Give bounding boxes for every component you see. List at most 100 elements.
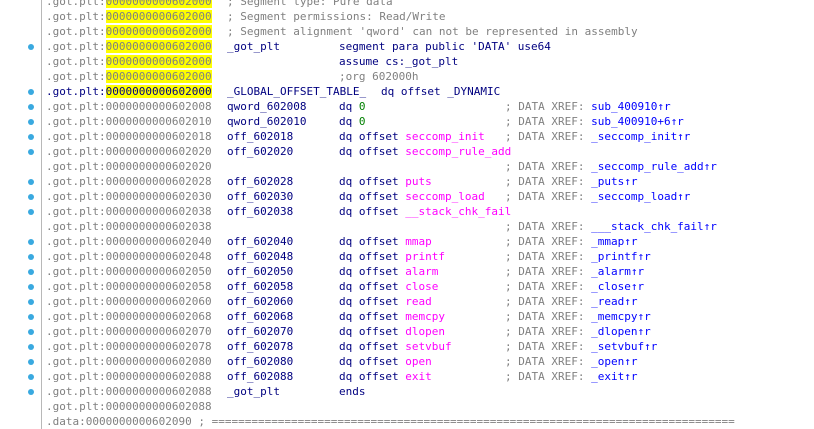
xref-target[interactable]: _alarm↑r bbox=[591, 265, 644, 278]
breakpoint-dot[interactable] bbox=[28, 254, 34, 260]
data-xref[interactable]: ; DATA XREF: _exit↑r bbox=[505, 369, 637, 384]
symbol-label[interactable]: off_602070 bbox=[227, 324, 293, 339]
listing-line[interactable]: .got.plt:0000000000602000 _got_plt segment… bbox=[46, 39, 814, 54]
data-xref[interactable]: ; DATA XREF: _alarm↑r bbox=[505, 264, 644, 279]
import-name[interactable]: __stack_chk_fail bbox=[405, 205, 511, 218]
listing-line[interactable]: .got.plt:0000000000602000 ; Segment type:… bbox=[46, 0, 814, 9]
listing-line[interactable]: .got.plt:0000000000602058 off_602058 dq of… bbox=[46, 279, 814, 294]
data-xref[interactable]: ; DATA XREF: _open↑r bbox=[505, 354, 637, 369]
listing-line[interactable]: .got.plt:0000000000602088 off_602088 dq of… bbox=[46, 369, 814, 384]
address[interactable]: 0000000000602070 bbox=[106, 325, 212, 338]
import-name[interactable]: dlopen bbox=[405, 325, 445, 338]
symbol-label[interactable]: off_602078 bbox=[227, 339, 293, 354]
address[interactable]: 0000000000602078 bbox=[106, 340, 212, 353]
symbol-label[interactable]: off_602060 bbox=[227, 294, 293, 309]
breakpoint-dot[interactable] bbox=[28, 389, 34, 395]
symbol-label[interactable]: off_602028 bbox=[227, 174, 293, 189]
address[interactable]: 0000000000602038 bbox=[106, 220, 212, 233]
data-xref[interactable]: ; DATA XREF: _memcpy↑r bbox=[505, 309, 651, 324]
symbol-label[interactable]: qword_602010 bbox=[227, 114, 306, 129]
listing-line[interactable]: .got.plt:0000000000602060 off_602060 dq of… bbox=[46, 294, 814, 309]
import-name[interactable]: alarm bbox=[405, 265, 438, 278]
address[interactable]: 0000000000602088 bbox=[106, 400, 212, 413]
data-xref[interactable]: ; DATA XREF: _dlopen↑r bbox=[505, 324, 651, 339]
listing-line[interactable]: .got.plt:0000000000602068 off_602068 dq of… bbox=[46, 309, 814, 324]
listing-line[interactable]: .got.plt:0000000000602008 qword_602008 dq … bbox=[46, 99, 814, 114]
xref-target[interactable]: _setvbuf↑r bbox=[591, 340, 657, 353]
address[interactable]: 0000000000602010 bbox=[106, 115, 212, 128]
import-name[interactable]: close bbox=[405, 280, 438, 293]
symbol-label[interactable]: qword_602008 bbox=[227, 99, 306, 114]
address[interactable]: 0000000000602080 bbox=[106, 355, 212, 368]
address[interactable]: 0000000000602000 bbox=[105, 40, 212, 53]
listing-line[interactable]: .got.plt:0000000000602020 off_602020 dq of… bbox=[46, 144, 814, 159]
breakpoint-dot[interactable] bbox=[28, 374, 34, 380]
xref-target[interactable]: _dlopen↑r bbox=[591, 325, 651, 338]
xref-target[interactable]: _seccomp_init↑r bbox=[591, 130, 690, 143]
xref-target[interactable]: _seccomp_load↑r bbox=[591, 190, 690, 203]
address[interactable]: 0000000000602018 bbox=[106, 130, 212, 143]
import-name[interactable]: memcpy bbox=[405, 310, 445, 323]
data-xref[interactable]: ; DATA XREF: _seccomp_rule_add↑r bbox=[505, 159, 717, 174]
xref-target[interactable]: _read↑r bbox=[591, 295, 637, 308]
data-xref[interactable]: ; DATA XREF: sub_400910↑r bbox=[505, 99, 671, 114]
symbol-label[interactable]: off_602020 bbox=[227, 144, 293, 159]
listing-line[interactable]: .got.plt:0000000000602038 ; DATA XREF: __… bbox=[46, 219, 814, 234]
import-name[interactable]: mmap bbox=[405, 235, 432, 248]
data-xref[interactable]: ; DATA XREF: _close↑r bbox=[505, 279, 644, 294]
data-xref[interactable]: ; DATA XREF: _setvbuf↑r bbox=[505, 339, 657, 354]
breakpoint-dot[interactable] bbox=[28, 269, 34, 275]
listing-line[interactable]: .got.plt:0000000000602078 off_602078 dq of… bbox=[46, 339, 814, 354]
xref-target[interactable]: ___stack_chk_fail↑r bbox=[591, 220, 717, 233]
address[interactable]: 0000000000602040 bbox=[106, 235, 212, 248]
data-xref[interactable]: ; DATA XREF: _seccomp_init↑r bbox=[505, 129, 690, 144]
data-xref[interactable]: ; DATA XREF: sub_400910+6↑r bbox=[505, 114, 684, 129]
address[interactable]: 0000000000602060 bbox=[106, 295, 212, 308]
data-xref[interactable]: ; DATA XREF: _read↑r bbox=[505, 294, 637, 309]
import-name[interactable]: puts bbox=[405, 175, 432, 188]
xref-target[interactable]: _puts↑r bbox=[591, 175, 637, 188]
symbol-label[interactable]: off_602048 bbox=[227, 249, 293, 264]
listing-line[interactable]: .got.plt:0000000000602000 _GLOBAL_OFFSET_… bbox=[46, 84, 814, 99]
xref-target[interactable]: _printf↑r bbox=[591, 250, 651, 263]
address[interactable]: 0000000000602030 bbox=[106, 190, 212, 203]
address[interactable]: 0000000000602088 bbox=[106, 370, 212, 383]
import-name[interactable]: setvbuf bbox=[405, 340, 451, 353]
breakpoint-dot[interactable] bbox=[28, 104, 34, 110]
listing-line[interactable]: .got.plt:0000000000602038 off_602038 dq of… bbox=[46, 204, 814, 219]
xref-target[interactable]: _memcpy↑r bbox=[591, 310, 651, 323]
import-name[interactable]: read bbox=[405, 295, 432, 308]
data-xref[interactable]: ; DATA XREF: _puts↑r bbox=[505, 174, 637, 189]
listing-line[interactable]: .got.plt:0000000000602000 ; Segment align… bbox=[46, 24, 814, 39]
breakpoint-dot[interactable] bbox=[28, 44, 34, 50]
listing-line[interactable]: .got.plt:0000000000602000 ; Segment permi… bbox=[46, 9, 814, 24]
import-name[interactable]: open bbox=[405, 355, 432, 368]
address[interactable]: 0000000000602068 bbox=[106, 310, 212, 323]
address[interactable]: 0000000000602008 bbox=[106, 100, 212, 113]
listing-line[interactable]: .got.plt:0000000000602050 off_602050 dq of… bbox=[46, 264, 814, 279]
listing-line[interactable]: .got.plt:0000000000602080 off_602080 dq of… bbox=[46, 354, 814, 369]
listing-line[interactable]: .got.plt:0000000000602000 assume cs:_got_… bbox=[46, 54, 814, 69]
xref-target[interactable]: sub_400910+6↑r bbox=[591, 115, 684, 128]
symbol-label[interactable]: _got_plt bbox=[227, 384, 280, 399]
address[interactable]: 0000000000602058 bbox=[106, 280, 212, 293]
breakpoint-dot[interactable] bbox=[28, 194, 34, 200]
symbol-label[interactable]: off_602018 bbox=[227, 129, 293, 144]
symbol-label[interactable]: off_602030 bbox=[227, 189, 293, 204]
symbol-label[interactable]: off_602068 bbox=[227, 309, 293, 324]
listing-line[interactable]: .got.plt:0000000000602088 _got_plt ends bbox=[46, 384, 814, 399]
breakpoint-dot[interactable] bbox=[28, 179, 34, 185]
listing-line[interactable]: .got.plt:0000000000602048 off_602048 dq of… bbox=[46, 249, 814, 264]
address[interactable]: 0000000000602048 bbox=[106, 250, 212, 263]
symbol-label[interactable]: off_602040 bbox=[227, 234, 293, 249]
listing-line[interactable]: .got.plt:0000000000602070 off_602070 dq of… bbox=[46, 324, 814, 339]
listing-line[interactable]: .got.plt:0000000000602010 qword_602010 dq … bbox=[46, 114, 814, 129]
address[interactable]: 0000000000602020 bbox=[106, 160, 212, 173]
listing-line[interactable]: .got.plt:0000000000602000 ;org 602000h bbox=[46, 69, 814, 84]
xref-target[interactable]: _close↑r bbox=[591, 280, 644, 293]
symbol-label[interactable]: off_602038 bbox=[227, 204, 293, 219]
symbol-label[interactable]: off_602080 bbox=[227, 354, 293, 369]
breakpoint-dot[interactable] bbox=[28, 239, 34, 245]
xref-target[interactable]: _open↑r bbox=[591, 355, 637, 368]
address[interactable]: 0000000000602028 bbox=[106, 175, 212, 188]
